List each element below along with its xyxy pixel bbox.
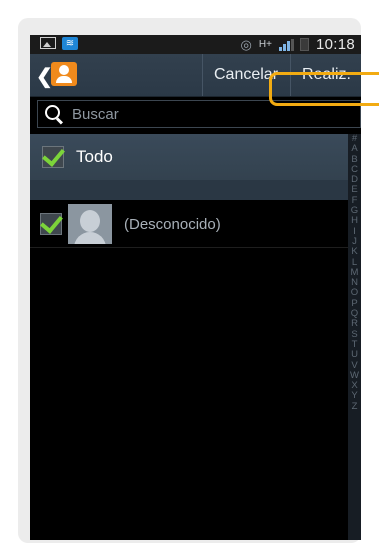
search-icon	[44, 104, 64, 124]
contacts-icon[interactable]	[51, 62, 77, 86]
status-bar: ≋ ◎ H+ 10:18	[30, 35, 361, 54]
eye-icon: ◎	[240, 36, 252, 52]
index-letter[interactable]: Z	[352, 401, 358, 412]
select-all-label: Todo	[76, 147, 113, 166]
alphabet-index-bar[interactable]: # A B C D E F G H I J K L M N O P Q R S T U V W X Y Z	[348, 133, 361, 540]
wifi-icon: ≋	[62, 37, 78, 50]
picture-icon	[40, 37, 56, 49]
avatar	[68, 204, 112, 244]
contact-name: (Desconocido)	[124, 215, 221, 233]
select-all-checkbox[interactable]	[42, 146, 64, 168]
hplus-icon: H+	[258, 39, 272, 50]
search-input[interactable]	[70, 104, 354, 124]
select-all-row[interactable]: Todo	[30, 134, 348, 180]
list-item[interactable]: (Desconocido)	[30, 201, 348, 248]
phone-screen: ≋ ◎ H+ 10:18 ❮ Cancelar Realiz. Todo (De…	[30, 35, 361, 540]
section-divider	[30, 180, 348, 200]
status-time: 10:18	[315, 36, 355, 53]
signal-icon	[278, 38, 294, 51]
battery-icon	[299, 38, 309, 51]
contact-checkbox[interactable]	[40, 213, 62, 235]
index-letter[interactable]: U	[351, 349, 358, 360]
highlight-annotation	[269, 72, 379, 106]
